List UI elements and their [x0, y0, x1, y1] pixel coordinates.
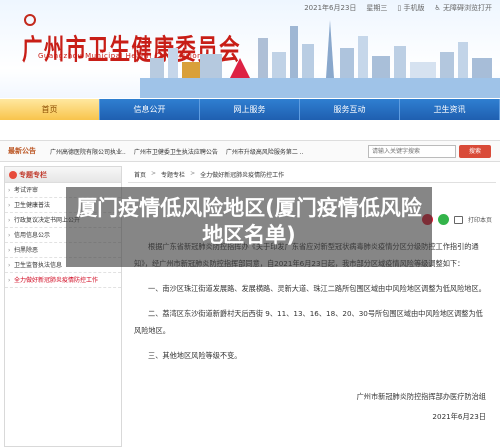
- announcement-item[interactable]: 广州市卫健委卫生执法应聘公告: [134, 147, 218, 156]
- sidebar-title: 专题专栏: [19, 171, 47, 179]
- announcement-list: 广州高德医院有限公司执业.. 广州市卫健委卫生执法应聘公告 广州市升级高风险服务…: [50, 147, 304, 156]
- current-date: 2021年6月23日: [304, 4, 357, 12]
- article-item-2: 二、荔湾区东沙街道新爵村天后西街 9、11、13、16、18、20、30号所包围…: [134, 309, 483, 335]
- nav-item-home[interactable]: 首页: [0, 99, 100, 120]
- site-header: 2021年6月23日 星期三 ▯ 手机版 ♿ 无障碍浏览打开 广州市卫生健康委员…: [0, 0, 500, 98]
- page: 2021年6月23日 星期三 ▯ 手机版 ♿ 无障碍浏览打开 广州市卫生健康委员…: [0, 0, 500, 447]
- search-input[interactable]: [368, 145, 456, 158]
- search-button[interactable]: 搜索: [459, 145, 491, 158]
- print-label[interactable]: 打印本页: [468, 215, 492, 224]
- breadcrumb-separator: >: [190, 170, 196, 177]
- top-bar: 2021年6月23日 星期三 ▯ 手机版 ♿ 无障碍浏览打开: [304, 3, 492, 13]
- article-item-3: 三、其他地区风险等级不变。: [148, 351, 242, 360]
- article-item-1: 一、南沙区珠江街道发展路、发展横路、灵新大道、珠江二路所包围区域由中风险地区调整…: [148, 284, 486, 293]
- mobile-version-link[interactable]: ▯ 手机版: [397, 3, 424, 13]
- announcement-item[interactable]: 广州市升级高风险服务第二 ..: [226, 147, 304, 156]
- nav-item-interaction[interactable]: 服务互动: [300, 99, 400, 120]
- logo-mark: [24, 14, 36, 26]
- breadcrumb-home[interactable]: 首页: [134, 170, 146, 179]
- sidebar-header: 专题专栏: [5, 167, 121, 183]
- nav-item-info-disclosure[interactable]: 信息公开: [100, 99, 200, 120]
- sidebar-item-covid-prevention[interactable]: 全力做好新冠肺炎疫情防控工作: [5, 273, 121, 288]
- announcement-item[interactable]: 广州高德医院有限公司执业..: [50, 147, 126, 156]
- wechat-share-icon[interactable]: [437, 214, 449, 225]
- nav-item-health-news[interactable]: 卫生资讯: [400, 99, 500, 120]
- announcement-label: 最新公告: [8, 147, 36, 155]
- nav-item-online-services[interactable]: 网上服务: [200, 99, 300, 120]
- article-sign-date: 2021年6月23日: [432, 412, 486, 421]
- print-icon[interactable]: [453, 215, 463, 224]
- announcement-bar: 最新公告 广州高德医院有限公司执业.. 广州市卫健委卫生执法应聘公告 广州市升级…: [0, 140, 500, 162]
- title-overlay: 厦门疫情低风险地区(厦门疫情低风险地区名单): [66, 187, 432, 267]
- divider: [128, 182, 496, 183]
- city-skyline-banner: [140, 20, 500, 98]
- mobile-version-label: 手机版: [403, 4, 425, 12]
- accessibility-label: 无障碍浏览打开: [443, 4, 492, 12]
- main-nav: 首页 信息公开 网上服务 服务互动 卫生资讯: [0, 99, 500, 120]
- topic-icon: [9, 171, 17, 179]
- current-weekday: 星期三: [366, 4, 388, 12]
- breadcrumb: 首页 > 专题专栏 > 全力做好新冠肺炎疫情防控工作: [134, 170, 284, 179]
- breadcrumb-separator: >: [151, 170, 157, 177]
- share-tools: 打印本页: [421, 214, 492, 225]
- breadcrumb-current[interactable]: 全力做好新冠肺炎疫情防控工作: [200, 170, 284, 179]
- overlay-title: 厦门疫情低风险地区(厦门疫情低风险地区名单): [76, 196, 422, 247]
- breadcrumb-topics[interactable]: 专题专栏: [161, 170, 185, 179]
- accessibility-link[interactable]: ♿ 无障碍浏览打开: [434, 3, 492, 13]
- article-signature: 广州市新冠肺炎防控指挥部办医疗防治组: [356, 392, 486, 401]
